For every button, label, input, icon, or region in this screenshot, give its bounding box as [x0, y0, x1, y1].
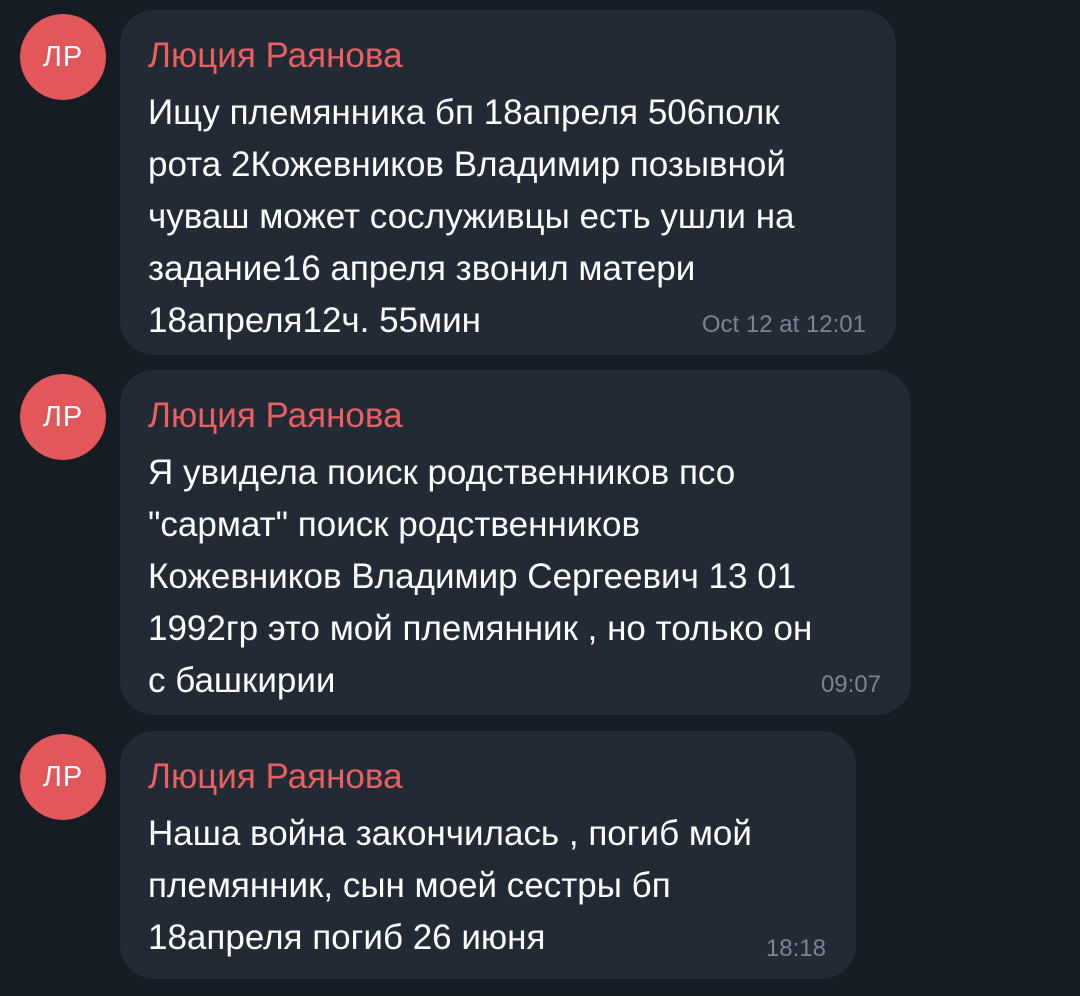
avatar[interactable]: ЛР — [20, 14, 106, 100]
avatar[interactable]: ЛР — [20, 734, 106, 820]
message-text: Я увидела поиск родственников псо "сарма… — [148, 453, 813, 700]
message-bubble[interactable]: Люция Раянова Ищу племянника бп 18апреля… — [120, 10, 896, 355]
sender-name[interactable]: Люция Раянова — [148, 36, 868, 76]
message-bubble[interactable]: Люция Раянова Я увидела поиск родственни… — [120, 370, 911, 715]
message-text: Наша война закончилась , погиб мой племя… — [148, 814, 752, 957]
message-timestamp: 09:07 — [820, 671, 881, 698]
sender-name[interactable]: Люция Раянова — [148, 757, 828, 797]
avatar[interactable]: ЛР — [20, 374, 106, 460]
message-bubble[interactable]: Люция Раянова Наша война закончилась , п… — [120, 731, 856, 979]
message-timestamp: 18:18 — [765, 935, 826, 962]
message-timestamp: Oct 12 at 12:01 — [701, 311, 866, 338]
sender-name[interactable]: Люция Раянова — [148, 396, 883, 436]
message-text: Ищу племянника бп 18апреля 506полк рота … — [148, 93, 795, 340]
